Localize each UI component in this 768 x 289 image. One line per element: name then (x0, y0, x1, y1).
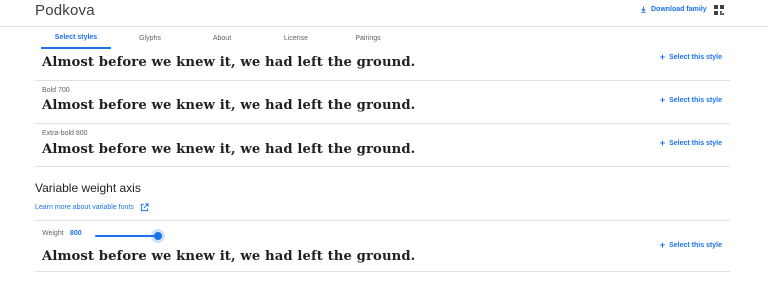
select-style-button[interactable]: + Select this style (659, 95, 722, 105)
weight-slider-thumb[interactable] (154, 232, 162, 240)
style-name: Extra-bold 800 (42, 130, 88, 137)
style-name: Bold 700 (42, 87, 70, 94)
apps-grid-icon[interactable] (714, 5, 724, 15)
weight-slider-track[interactable] (95, 235, 158, 237)
select-style-label: Select this style (669, 54, 722, 61)
select-style-button[interactable]: + Select this style (659, 138, 722, 148)
weight-value[interactable]: 800 (70, 230, 82, 237)
tab-glyphs[interactable]: Glyphs (115, 27, 185, 49)
variable-style-row: Almost before we knew it, we had left th… (35, 220, 730, 272)
tab-pairings[interactable]: Pairings (333, 27, 403, 49)
variable-axis-title: Variable weight axis (35, 181, 141, 195)
tab-bar: Select styles Glyphs About License Pairi… (35, 27, 735, 49)
top-bar: Podkova Download family (0, 0, 768, 27)
download-icon (641, 6, 646, 13)
weight-label: Weight (42, 230, 64, 237)
select-style-label: Select this style (669, 140, 722, 147)
style-row[interactable]: Bold 700 Almost before we knew it, we ha… (35, 81, 730, 124)
plus-icon: + (659, 95, 666, 105)
select-style-label: Select this style (669, 97, 722, 104)
learn-more-link[interactable]: Learn more about variable fonts (35, 203, 149, 212)
font-family-title: Podkova (35, 2, 95, 19)
select-style-button[interactable]: + Select this style (659, 52, 722, 62)
select-style-button[interactable]: + Select this style (659, 240, 722, 250)
variable-sample-text: Almost before we knew it, we had left th… (42, 249, 416, 264)
plus-icon: + (659, 240, 666, 250)
style-row[interactable]: Extra-bold 800 Almost before we knew it,… (35, 124, 730, 167)
style-row[interactable]: Almost before we knew it, we had left th… (35, 49, 730, 81)
open-in-new-icon (140, 203, 149, 212)
learn-more-label: Learn more about variable fonts (35, 204, 134, 211)
select-style-label: Select this style (669, 242, 722, 249)
plus-icon: + (659, 52, 666, 62)
download-family-label: Download family (651, 6, 707, 13)
tab-license[interactable]: License (261, 27, 331, 49)
tab-select-styles[interactable]: Select styles (41, 27, 111, 49)
tab-about[interactable]: About (187, 27, 257, 49)
plus-icon: + (659, 138, 666, 148)
style-sample-text: Almost before we knew it, we had left th… (42, 142, 416, 157)
style-sample-text: Almost before we knew it, we had left th… (42, 55, 416, 70)
download-family-button[interactable]: Download family (640, 6, 707, 13)
style-sample-text: Almost before we knew it, we had left th… (42, 98, 416, 113)
